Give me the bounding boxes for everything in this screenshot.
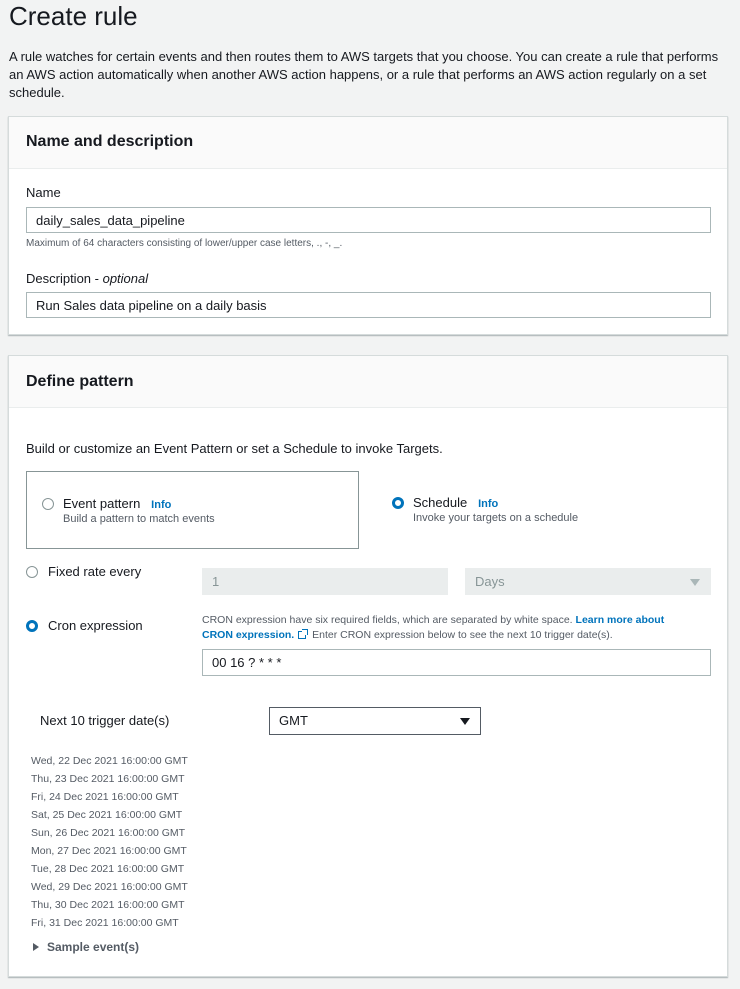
fixed-rate-value-input[interactable] <box>202 568 448 595</box>
name-hint: Maximum of 64 characters consisting of l… <box>26 238 343 249</box>
event-pattern-description: Build a pattern to match events <box>63 513 215 525</box>
rate-unit-value: Days <box>475 574 505 589</box>
trigger-date: Sat, 25 Dec 2021 16:00:00 GMT <box>31 809 183 821</box>
panel-title: Define pattern <box>26 373 134 390</box>
panel-title: Name and description <box>26 133 194 150</box>
fixed-rate-label: Fixed rate every <box>48 564 142 579</box>
cron-expression-input[interactable] <box>202 649 711 676</box>
schedule-description: Invoke your targets on a schedule <box>413 512 579 524</box>
optional-tag: optional <box>102 271 149 286</box>
event-pattern-info-link[interactable]: Info <box>151 499 171 511</box>
trigger-date: Mon, 27 Dec 2021 16:00:00 GMT <box>31 845 187 857</box>
chevron-down-icon <box>460 718 470 725</box>
description-label: Description - optional <box>26 271 149 286</box>
description-input[interactable] <box>26 292 711 318</box>
cron-help-text: CRON expression have six required fields… <box>202 613 692 643</box>
chevron-down-icon <box>690 579 700 586</box>
sample-events-label: Sample event(s) <box>47 940 140 954</box>
description-label-text: Description <box>26 271 92 286</box>
timezone-select[interactable]: GMT <box>269 707 481 735</box>
page-title: Create rule <box>9 1 138 31</box>
event-pattern-label-text: Event pattern <box>63 496 141 511</box>
name-label: Name <box>26 185 61 200</box>
cron-label: Cron expression <box>48 618 143 633</box>
schedule-radio[interactable] <box>392 497 404 509</box>
define-pattern-panel: Define pattern Build or customize an Eve… <box>8 355 728 977</box>
name-input[interactable] <box>26 207 711 233</box>
trigger-date: Thu, 23 Dec 2021 16:00:00 GMT <box>31 773 185 785</box>
cron-help-suffix: Enter CRON expression below to see the n… <box>312 629 613 641</box>
event-pattern-label: Event pattern Info <box>63 496 171 511</box>
trigger-date: Thu, 30 Dec 2021 16:00:00 GMT <box>31 899 185 911</box>
trigger-dates-label: Next 10 trigger date(s) <box>40 713 170 728</box>
external-link-icon <box>298 629 309 639</box>
schedule-label: Schedule Info <box>413 495 498 510</box>
trigger-date: Fri, 24 Dec 2021 16:00:00 GMT <box>31 791 179 803</box>
trigger-date: Tue, 28 Dec 2021 16:00:00 GMT <box>31 863 185 875</box>
schedule-info-link[interactable]: Info <box>478 498 498 510</box>
event-pattern-option[interactable]: Event pattern Info Build a pattern to ma… <box>26 471 359 549</box>
event-pattern-radio[interactable] <box>42 498 54 510</box>
page-description: A rule watches for certain events and th… <box>9 49 719 100</box>
trigger-date: Wed, 29 Dec 2021 16:00:00 GMT <box>31 881 188 893</box>
sample-events-expander[interactable]: Sample event(s) <box>33 940 139 954</box>
trigger-date: Sun, 26 Dec 2021 16:00:00 GMT <box>31 827 186 839</box>
pattern-intro: Build or customize an Event Pattern or s… <box>26 441 443 456</box>
timezone-value: GMT <box>279 713 308 728</box>
caret-right-icon <box>33 943 39 951</box>
name-description-panel: Name and description Name Maximum of 64 … <box>8 116 728 335</box>
fixed-rate-radio[interactable] <box>26 566 38 578</box>
trigger-date: Wed, 22 Dec 2021 16:00:00 GMT <box>31 755 188 767</box>
cron-help-prefix: CRON expression have six required fields… <box>202 614 573 626</box>
rate-unit-select[interactable]: Days <box>465 568 711 595</box>
schedule-label-text: Schedule <box>413 495 468 510</box>
cron-radio[interactable] <box>26 620 38 632</box>
trigger-date: Fri, 31 Dec 2021 16:00:00 GMT <box>31 917 179 929</box>
trigger-dates-list: Wed, 22 Dec 2021 16:00:00 GMT Thu, 23 De… <box>31 752 188 932</box>
